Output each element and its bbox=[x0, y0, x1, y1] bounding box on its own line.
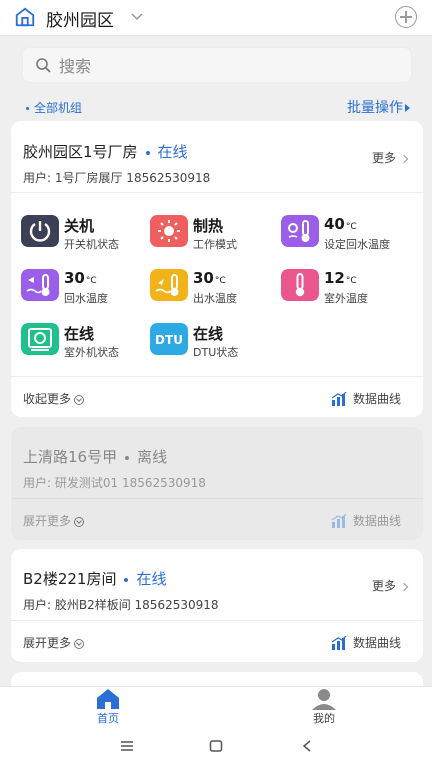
chevron-right-icon bbox=[399, 154, 409, 163]
search-input[interactable] bbox=[59, 54, 399, 78]
chart-icon bbox=[331, 635, 347, 650]
building-icon[interactable] bbox=[14, 6, 36, 28]
sun-icon bbox=[150, 215, 188, 247]
device-title: B2楼221房间 在线 bbox=[23, 568, 166, 589]
metric-mode[interactable]: 制热 工作模式 bbox=[150, 213, 278, 253]
tab-home[interactable]: 首页 bbox=[0, 687, 216, 727]
metric-power[interactable]: 关机 开关机状态 bbox=[21, 213, 149, 253]
metric-value: 30°C bbox=[193, 269, 226, 287]
triangle-right-icon bbox=[405, 104, 410, 112]
device-card[interactable]: 胶州园区1号厂房 在线 更多 用户: 1号厂房展厅 18562530918 关机 … bbox=[11, 121, 423, 417]
metric-value: 制热 bbox=[193, 217, 224, 235]
dtu-icon: DTU bbox=[150, 323, 188, 355]
outdoor-thermometer-icon bbox=[281, 269, 319, 301]
metric-value: 在线 bbox=[64, 325, 95, 343]
device-title: 胶州园区1号厂房 在线 bbox=[23, 141, 188, 162]
all-groups-filter[interactable]: 全部机组 bbox=[26, 99, 82, 116]
chevron-down-icon[interactable] bbox=[130, 9, 144, 23]
return-water-icon bbox=[21, 269, 59, 301]
power-icon bbox=[21, 215, 59, 247]
bottom-tab-bar: 首页 我的 bbox=[0, 686, 432, 726]
metric-outdoor-temp[interactable]: 12°C 室外温度 bbox=[281, 267, 409, 307]
metric-return-temp[interactable]: 30°C 回水温度 bbox=[21, 267, 149, 307]
back-icon[interactable] bbox=[302, 740, 312, 752]
outdoor-unit-icon bbox=[21, 323, 59, 355]
device-card-partial bbox=[11, 672, 423, 686]
data-curve-link[interactable]: 数据曲线 bbox=[331, 634, 401, 651]
park-selector-title[interactable]: 胶州园区 bbox=[46, 6, 114, 31]
metric-value: 30°C bbox=[64, 269, 97, 287]
chevron-up-circle-icon bbox=[74, 394, 85, 405]
metric-label: 出水温度 bbox=[193, 292, 237, 305]
square-home-icon[interactable] bbox=[209, 740, 223, 752]
data-curve-link[interactable]: 数据曲线 bbox=[331, 512, 401, 529]
device-name: 上清路16号甲 bbox=[23, 448, 118, 466]
device-name: 胶州园区1号厂房 bbox=[23, 143, 138, 161]
device-status: 在线 bbox=[136, 570, 167, 588]
metric-label: 室外温度 bbox=[324, 292, 368, 305]
metric-label: 工作模式 bbox=[193, 238, 237, 251]
device-title: 上清路16号甲 离线 bbox=[23, 446, 167, 467]
metric-value: 关机 bbox=[64, 217, 95, 235]
tab-mine[interactable]: 我的 bbox=[216, 687, 432, 727]
group-bar: 全部机组 批量操作 bbox=[0, 96, 432, 118]
tab-label: 我的 bbox=[313, 712, 335, 725]
user-icon bbox=[312, 689, 336, 710]
metric-value: 12°C bbox=[324, 269, 357, 287]
more-link[interactable]: 更多 bbox=[372, 577, 409, 594]
menu-icon[interactable] bbox=[120, 740, 134, 752]
home-icon bbox=[97, 689, 119, 709]
metric-outdoor-unit[interactable]: 在线 室外机状态 bbox=[21, 321, 149, 361]
device-name: B2楼221房间 bbox=[23, 570, 117, 588]
chart-icon bbox=[331, 513, 347, 528]
batch-operation-button[interactable]: 批量操作 bbox=[347, 97, 410, 117]
expand-more-button[interactable]: 展开更多 bbox=[23, 512, 85, 529]
add-device-icon[interactable] bbox=[395, 6, 417, 28]
device-status: 离线 bbox=[137, 448, 168, 466]
metric-label: DTU状态 bbox=[193, 346, 239, 359]
device-user: 用户: 胶州B2样板间 18562530918 bbox=[23, 598, 219, 612]
chevron-down-circle-icon bbox=[74, 516, 85, 527]
metric-set-return-temp[interactable]: 40°C 设定回水温度 bbox=[281, 213, 409, 253]
metric-dtu[interactable]: DTU 在线 DTU状态 bbox=[150, 321, 278, 361]
metric-outlet-temp[interactable]: 30°C 出水温度 bbox=[150, 267, 278, 307]
metric-value: 在线 bbox=[193, 325, 224, 343]
thermometer-settings-icon bbox=[281, 215, 319, 247]
expand-more-button[interactable]: 展开更多 bbox=[23, 634, 85, 651]
metric-value: 40°C bbox=[324, 215, 357, 233]
chevron-down-circle-icon bbox=[74, 638, 85, 649]
device-status: 在线 bbox=[157, 143, 188, 161]
system-nav-bar bbox=[0, 726, 432, 768]
metric-label: 回水温度 bbox=[64, 292, 108, 305]
metric-label: 开关机状态 bbox=[64, 238, 119, 251]
data-curve-link[interactable]: 数据曲线 bbox=[331, 390, 401, 407]
metric-label: 设定回水温度 bbox=[324, 238, 390, 251]
svg-text:DTU: DTU bbox=[155, 333, 183, 347]
chart-icon bbox=[331, 391, 347, 406]
chevron-right-icon bbox=[399, 582, 409, 591]
outlet-water-icon bbox=[150, 269, 188, 301]
top-header: 胶州园区 bbox=[0, 0, 432, 36]
device-card[interactable]: B2楼221房间 在线 更多 用户: 胶州B2样板间 18562530918 展开… bbox=[11, 549, 423, 662]
tab-label: 首页 bbox=[97, 712, 119, 725]
device-card[interactable]: 上清路16号甲 离线 用户: 研发测试01 18562530918 展开更多 数据… bbox=[11, 427, 423, 540]
search-bar[interactable] bbox=[22, 47, 412, 83]
device-user: 用户: 1号厂房展厅 18562530918 bbox=[23, 171, 211, 185]
more-link[interactable]: 更多 bbox=[372, 149, 409, 166]
collapse-more-button[interactable]: 收起更多 bbox=[23, 390, 85, 407]
metric-label: 室外机状态 bbox=[64, 346, 119, 359]
device-user: 用户: 研发测试01 18562530918 bbox=[23, 476, 206, 490]
search-icon bbox=[36, 58, 51, 73]
